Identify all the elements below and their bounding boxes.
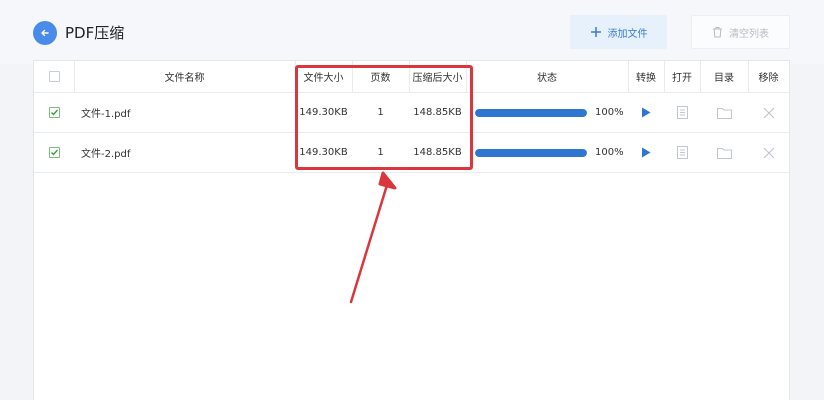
annotation-arrow (349, 171, 397, 304)
